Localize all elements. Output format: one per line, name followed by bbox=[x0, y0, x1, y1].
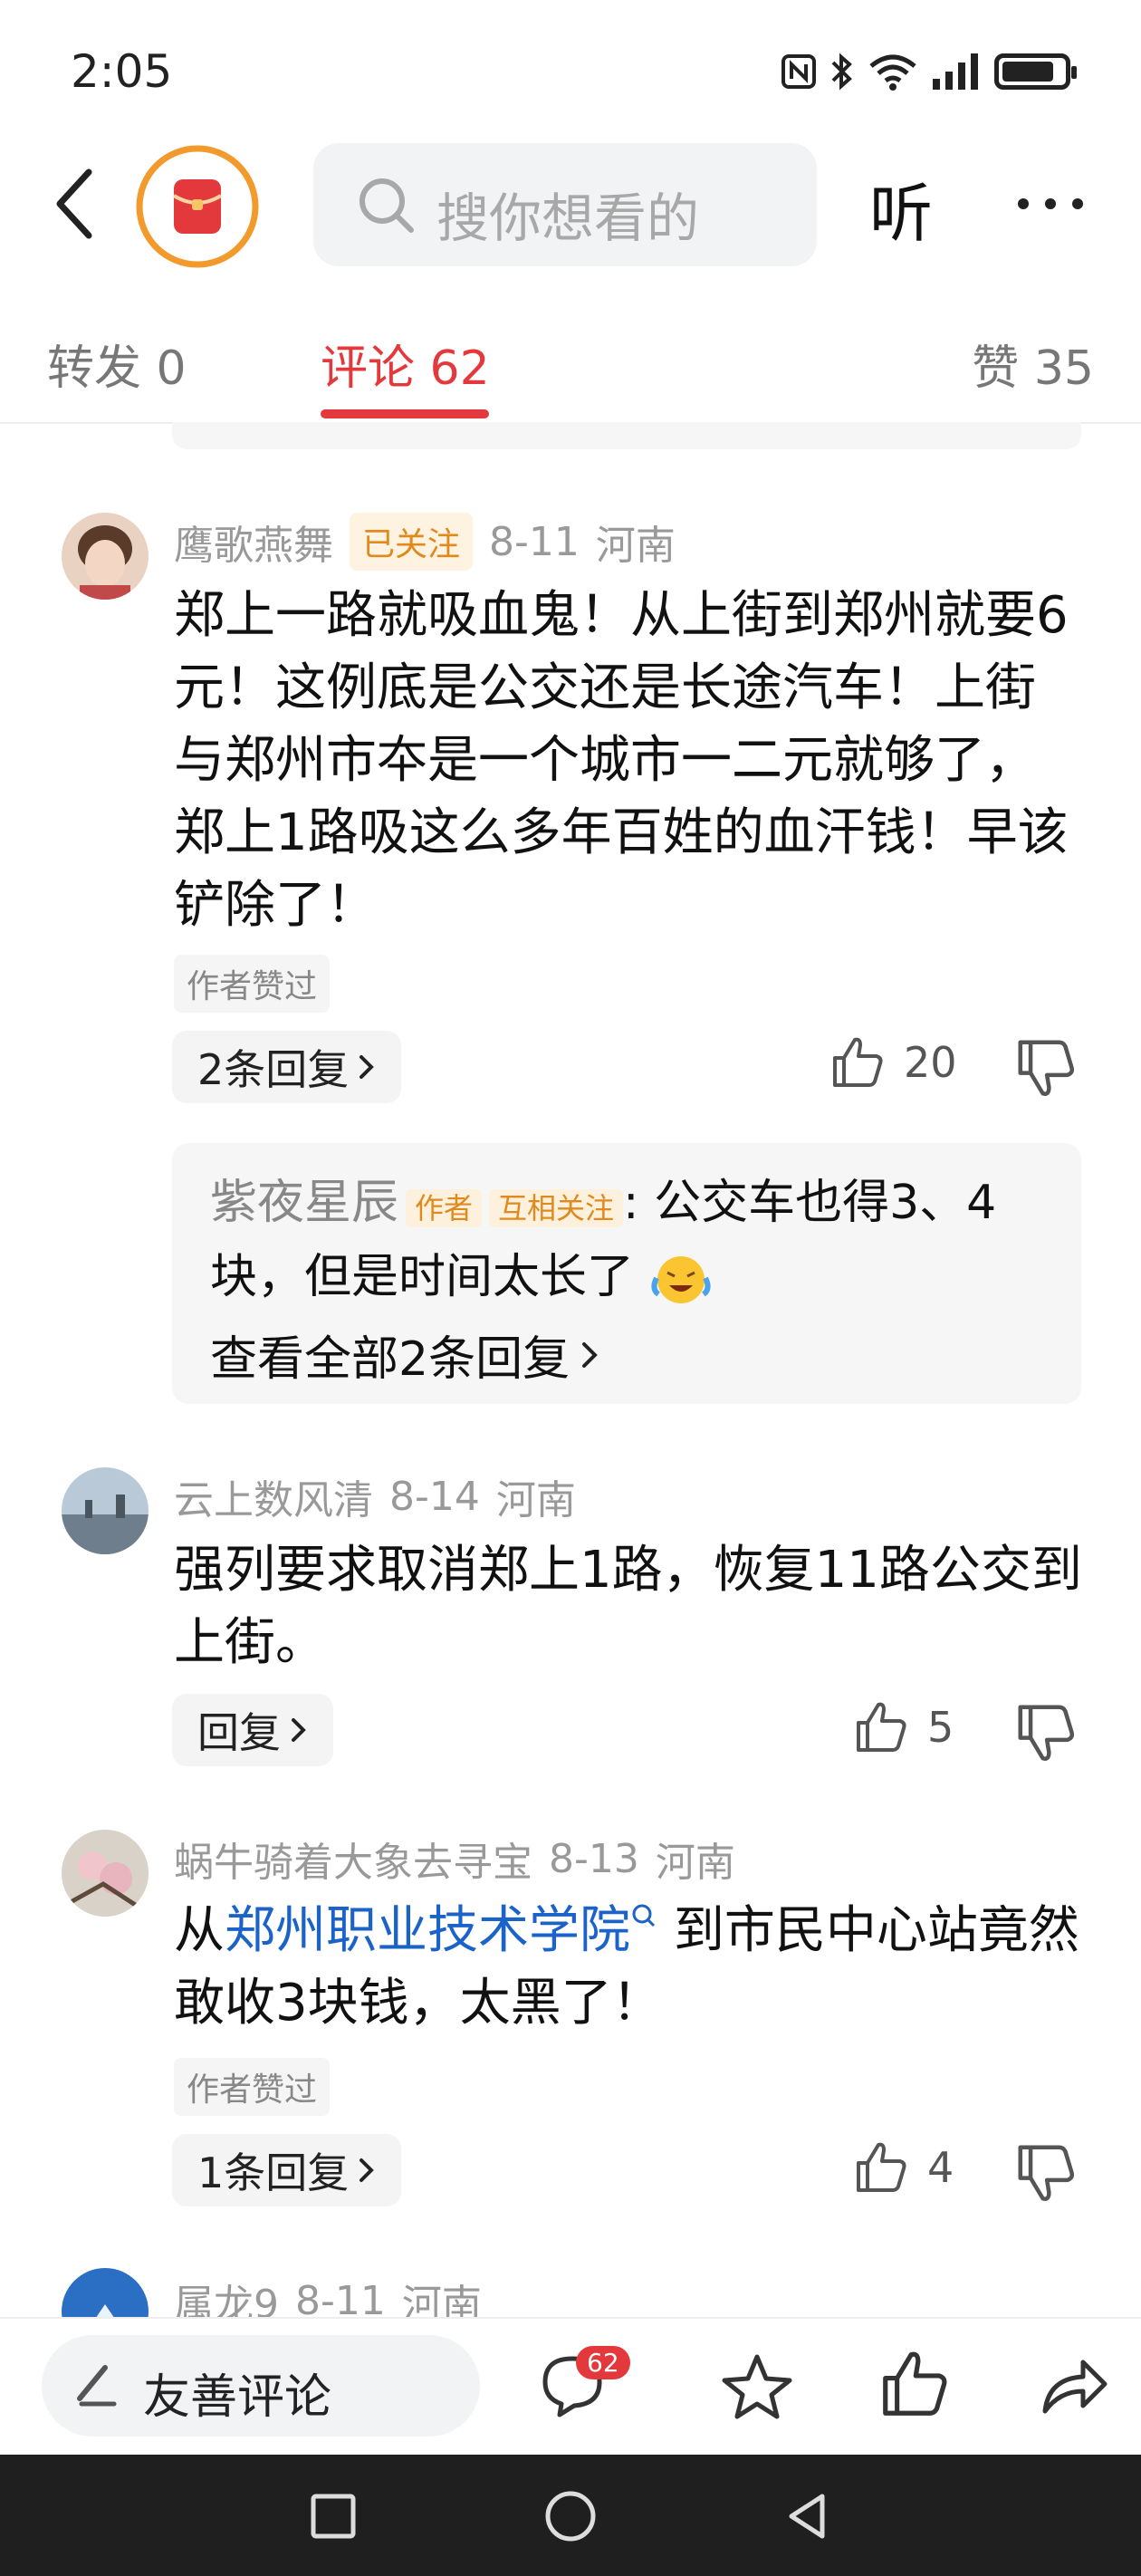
comment-author[interactable]: 蜗牛骑着大象去寻宝 bbox=[174, 1830, 532, 1888]
avatar[interactable] bbox=[62, 513, 149, 600]
see-all-replies[interactable]: 查看全部2条回复 bbox=[210, 1321, 600, 1389]
thumbs-down-icon[interactable] bbox=[1014, 2141, 1078, 2205]
recent-apps-icon[interactable] bbox=[308, 2491, 359, 2542]
sub-reply-author[interactable]: 紫夜星辰 bbox=[210, 1176, 398, 1230]
sub-reply: 紫夜星辰 作者 互相关注: 公交车也得3、4块，但是时间太长了 bbox=[210, 1168, 1052, 1312]
status-time: 2:05 bbox=[71, 45, 173, 98]
tab-likes[interactable]: 赞 35 bbox=[972, 330, 1094, 398]
comment-location: 河南 bbox=[595, 523, 676, 569]
author-liked-badge: 作者赞过 bbox=[174, 2058, 331, 2116]
comment-input[interactable]: 友善评论 bbox=[42, 2335, 480, 2437]
more-icon[interactable] bbox=[1014, 190, 1087, 217]
search-input[interactable]: 搜你想看的 bbox=[313, 143, 817, 266]
search-icon bbox=[360, 178, 414, 233]
comment-author[interactable]: 鹰歌燕舞 bbox=[174, 513, 333, 571]
comment-text-prefix: 从 bbox=[174, 1901, 225, 1960]
comment-meta: 云上数风清 8-14 河南 bbox=[174, 1467, 576, 1525]
chevron-right-icon bbox=[360, 2158, 375, 2182]
tab-forward[interactable]: 转发 0 bbox=[47, 330, 187, 398]
reply-button[interactable]: 回复 bbox=[172, 1694, 333, 1766]
thumbs-down-icon[interactable] bbox=[1014, 1701, 1078, 1764]
comment-meta: 鹰歌燕舞 已关注 8-11 河南 bbox=[174, 513, 676, 571]
thumbs-up-icon bbox=[833, 1037, 883, 1087]
signal-icon bbox=[933, 53, 978, 90]
chevron-right-icon bbox=[582, 1341, 598, 1368]
avatar[interactable] bbox=[62, 1467, 149, 1554]
avatar[interactable] bbox=[62, 1830, 149, 1917]
comment-text[interactable]: 郑上一路就吸血鬼！从上街到郑州就要6元！这例底是公交还是长途汽车！上街与郑州市夲… bbox=[174, 580, 1085, 942]
bluetooth-icon bbox=[831, 53, 852, 91]
search-small-icon bbox=[632, 1904, 656, 1927]
like-count: 5 bbox=[927, 1703, 954, 1752]
replies-button[interactable]: 1条回复 bbox=[172, 2134, 402, 2206]
author-tag: 作者 bbox=[406, 1189, 483, 1227]
channel-avatar[interactable] bbox=[136, 145, 259, 268]
wifi-icon bbox=[869, 54, 916, 91]
like-count: 20 bbox=[904, 1038, 957, 1087]
share-icon[interactable] bbox=[1038, 2351, 1110, 2420]
reply-label: 回复 bbox=[197, 1708, 281, 1757]
comment-date: 8-14 bbox=[389, 1473, 480, 1520]
star-icon[interactable] bbox=[721, 2351, 793, 2420]
comment-meta: 蜗牛骑着大象去寻宝 8-13 河南 bbox=[174, 1830, 735, 1888]
like-button[interactable]: 4 bbox=[853, 2139, 954, 2196]
replies-button[interactable]: 2条回复 bbox=[172, 1031, 402, 1103]
thumbs-up-icon bbox=[857, 2142, 906, 2192]
thumbs-up-icon[interactable] bbox=[878, 2348, 951, 2420]
nav-back-icon[interactable] bbox=[781, 2489, 835, 2543]
comment-input-label: 友善评论 bbox=[143, 2370, 332, 2425]
like-button[interactable]: 20 bbox=[829, 1034, 957, 1091]
previous-card-edge bbox=[172, 422, 1081, 449]
follow-tag: 已关注 bbox=[350, 513, 474, 571]
comment-location: 河南 bbox=[495, 1477, 576, 1523]
replies-label: 2条回复 bbox=[197, 1045, 350, 1094]
chevron-right-icon bbox=[360, 1055, 375, 1079]
search-placeholder: 搜你想看的 bbox=[436, 187, 700, 249]
like-count: 4 bbox=[927, 2143, 954, 2192]
comment-text[interactable]: 从郑州职业技术学院 到市民中心站竟然敢收3块钱，太黑了！ bbox=[174, 1895, 1085, 2040]
mutual-follow-tag: 互相关注 bbox=[489, 1189, 624, 1227]
replies-label: 1条回复 bbox=[197, 2148, 350, 2197]
back-icon[interactable] bbox=[43, 163, 107, 245]
comment-count-badge: 62 bbox=[576, 2346, 630, 2379]
tab-comments[interactable]: 评论 62 bbox=[321, 330, 490, 398]
battery-icon bbox=[994, 53, 1077, 90]
comment-date: 8-13 bbox=[549, 1835, 639, 1882]
author-liked-badge: 作者赞过 bbox=[174, 955, 331, 1013]
tab-active-indicator bbox=[321, 409, 489, 418]
listen-button[interactable]: 听 bbox=[869, 163, 933, 255]
home-icon[interactable] bbox=[542, 2487, 599, 2545]
comment-date: 8-11 bbox=[489, 518, 580, 565]
place-link[interactable]: 郑州职业技术学院 bbox=[225, 1901, 630, 1960]
like-button[interactable]: 5 bbox=[853, 1699, 954, 1755]
chevron-right-icon bbox=[292, 1718, 306, 1742]
pen-icon bbox=[77, 2365, 117, 2407]
thumbs-down-icon[interactable] bbox=[1014, 1036, 1078, 1100]
see-all-label: 查看全部2条回复 bbox=[210, 1332, 570, 1387]
comment-text[interactable]: 强列要求取消郑上1路，恢复11路公交到上街。 bbox=[174, 1534, 1085, 1679]
nfc-icon bbox=[781, 54, 816, 89]
thumbs-up-icon bbox=[857, 1702, 906, 1752]
laughing-crying-emoji-icon bbox=[651, 1256, 711, 1303]
status-icons bbox=[781, 49, 1077, 94]
comment-location: 河南 bbox=[655, 1840, 735, 1886]
comment-author[interactable]: 云上数风清 bbox=[174, 1467, 373, 1525]
